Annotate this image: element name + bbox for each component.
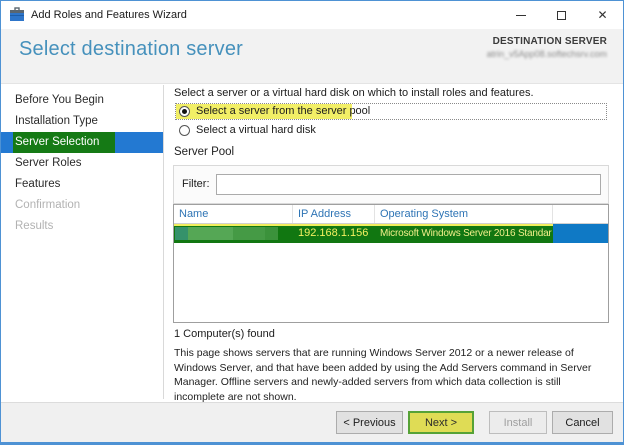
- radio-select-server-from-pool[interactable]: Select a server from the server pool: [175, 103, 607, 120]
- column-header-blank: [553, 205, 608, 223]
- server-pool-table: Name IP Address Operating System 192.168…: [173, 204, 609, 323]
- nav-step-server-roles[interactable]: Server Roles: [1, 153, 163, 174]
- install-button[interactable]: Install: [489, 411, 547, 434]
- wizard-app-icon: [9, 7, 25, 22]
- page-intro-text: Select a server or a virtual hard disk o…: [174, 87, 534, 99]
- destination-server-label: DESTINATION SERVER: [487, 36, 607, 47]
- column-header-operating-system[interactable]: Operating System: [375, 205, 553, 223]
- wizard-step-nav: Before You Begin Installation Type Serve…: [1, 85, 164, 399]
- filter-label: Filter:: [182, 178, 210, 190]
- page-description-text: This page shows servers that are running…: [174, 346, 612, 404]
- filter-panel: Filter:: [173, 165, 609, 204]
- table-header-row: Name IP Address Operating System: [174, 205, 608, 224]
- column-header-name[interactable]: Name: [174, 205, 293, 223]
- cancel-button[interactable]: Cancel: [552, 411, 613, 434]
- wizard-footer: < Previous Next > Install Cancel: [1, 402, 623, 442]
- nav-step-before-you-begin[interactable]: Before You Begin: [1, 90, 163, 111]
- cell-ip-address: 192.168.1.156: [298, 227, 368, 239]
- wizard-header: Select destination server DESTINATION SE…: [1, 29, 623, 84]
- page-title: Select destination server: [19, 38, 243, 61]
- add-roles-features-wizard-window: Add Roles and Features Wizard ✕ Select d…: [0, 0, 624, 445]
- minimize-icon: [516, 15, 526, 16]
- column-header-ip-address[interactable]: IP Address: [293, 205, 375, 223]
- server-name-redaction-block: [233, 227, 265, 240]
- cell-operating-system: Microsoft Windows Server 2016 Standard: [380, 228, 552, 239]
- previous-button[interactable]: < Previous: [336, 411, 403, 434]
- server-pool-section-label: Server Pool: [174, 146, 234, 158]
- radio-label-vhd: Select a virtual hard disk: [196, 124, 316, 136]
- maximize-icon: [557, 11, 566, 20]
- nav-step-confirmation: Confirmation: [1, 195, 163, 216]
- window-controls: ✕: [500, 1, 623, 29]
- wizard-page-content: Select a server or a virtual hard disk o…: [165, 85, 623, 399]
- maximize-button[interactable]: [541, 1, 582, 29]
- radio-icon-checked: [179, 106, 190, 117]
- nav-step-installation-type[interactable]: Installation Type: [1, 111, 163, 132]
- filter-input[interactable]: [216, 174, 601, 195]
- window-title: Add Roles and Features Wizard: [31, 9, 187, 21]
- minimize-button[interactable]: [500, 1, 541, 29]
- destination-server-name-redacted: atrin_v5App08.softechsrv.com: [487, 49, 607, 59]
- next-button[interactable]: Next >: [408, 411, 474, 434]
- table-row-selected-server[interactable]: 192.168.1.156 Microsoft Windows Server 2…: [174, 224, 608, 243]
- nav-step-features[interactable]: Features: [1, 174, 163, 195]
- server-name-redaction-block: [188, 227, 233, 240]
- server-name-redaction-block: [265, 227, 278, 240]
- close-button[interactable]: ✕: [582, 1, 623, 29]
- nav-step-results: Results: [1, 216, 163, 237]
- radio-label-server-pool: Select a server from the server pool: [196, 105, 370, 117]
- close-icon: ✕: [597, 9, 607, 21]
- title-bar: Add Roles and Features Wizard ✕: [1, 1, 623, 29]
- server-name-redaction-block: [175, 227, 188, 240]
- radio-select-virtual-hard-disk[interactable]: Select a virtual hard disk: [176, 123, 608, 139]
- nav-step-server-selection[interactable]: Server Selection: [1, 132, 163, 153]
- computers-found-count: 1 Computer(s) found: [174, 328, 275, 340]
- radio-icon-unchecked: [179, 125, 190, 136]
- destination-server-block: DESTINATION SERVER atrin_v5App08.softech…: [487, 36, 607, 59]
